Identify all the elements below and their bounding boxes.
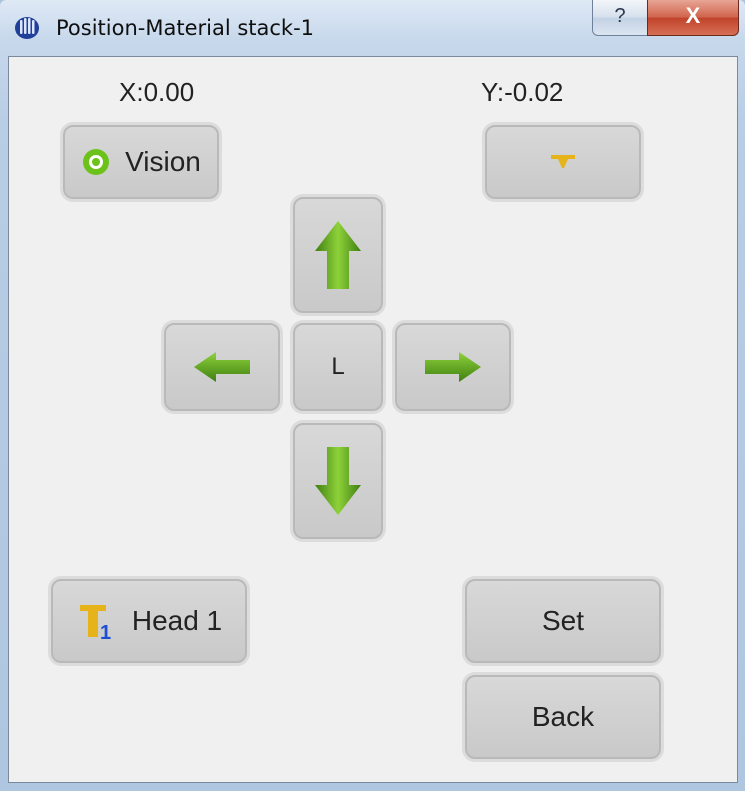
vision-label: Vision [125,146,201,177]
help-button[interactable]: ? [592,0,648,36]
jog-left-button[interactable] [164,323,280,411]
arrow-left-icon [194,352,250,382]
nozzle-button[interactable] [485,125,641,199]
vision-button[interactable]: Vision [63,125,219,199]
window-title: Position-Material stack-1 [56,16,315,40]
set-label: Set [541,605,585,636]
title-bar: Position-Material stack-1 ? X [0,0,745,56]
jog-up-button[interactable] [293,197,383,313]
arrow-down-icon [315,447,361,515]
arrow-right-icon [425,352,481,382]
dialog-content: X:0.00 Y:-0.02 Vision L 1 Head 1 Set Bac… [8,56,738,783]
y-coordinate: Y:-0.02 [481,77,564,107]
help-icon: ? [614,5,626,27]
head-select-button[interactable]: 1 Head 1 [51,579,247,663]
set-button[interactable]: Set [465,579,661,663]
head-icon: 1 [79,605,111,641]
jog-right-button[interactable] [395,323,511,411]
jog-down-button[interactable] [293,423,383,539]
vision-icon [83,149,110,175]
x-coordinate: X:0.00 [119,77,195,107]
dialog-window: Position-Material stack-1 ? X X:0.00 Y:-… [0,0,745,791]
arrow-up-icon [315,221,361,289]
close-button[interactable]: X [647,0,739,36]
close-icon: X [685,3,701,28]
head-label: Head 1 [131,605,223,636]
svg-text:1: 1 [100,622,111,641]
back-label: Back [531,701,595,732]
center-l-button[interactable]: L [293,323,383,411]
app-logo-icon [15,17,39,39]
nozzle-icon [551,155,575,168]
back-button[interactable]: Back [465,675,661,759]
center-label: L [331,353,345,380]
